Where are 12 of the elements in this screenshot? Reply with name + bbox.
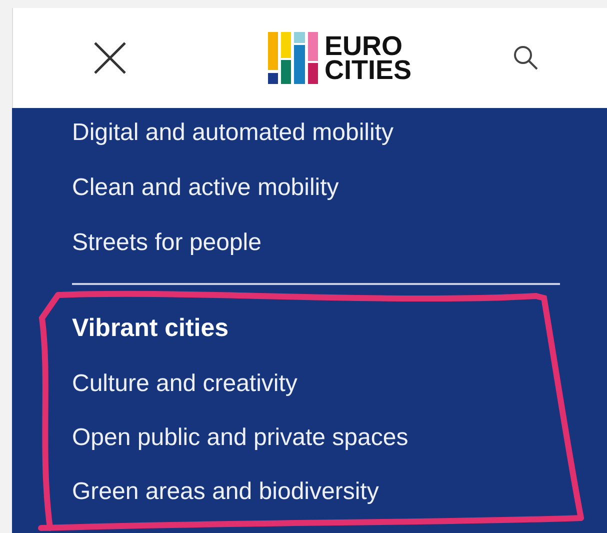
logo-text: EURO	[324, 34, 402, 58]
menu-heading: Vibrant cities	[72, 313, 230, 343]
search-icon[interactable]	[512, 45, 539, 71]
menu-link[interactable]: Culture and creativity	[72, 369, 298, 399]
menu-link[interactable]: Open public and private spaces	[72, 423, 408, 453]
menu-link[interactable]: Digital and automated mobility	[72, 118, 394, 148]
logo-text: CITIES	[324, 58, 412, 82]
menu-link[interactable]: Clean and active mobility	[72, 173, 339, 203]
menu-link[interactable]: Streets for people	[72, 228, 262, 258]
close-icon[interactable]	[93, 41, 127, 75]
logo-icon	[268, 32, 318, 84]
menu-link[interactable]: Green areas and biodiversity	[72, 477, 379, 507]
